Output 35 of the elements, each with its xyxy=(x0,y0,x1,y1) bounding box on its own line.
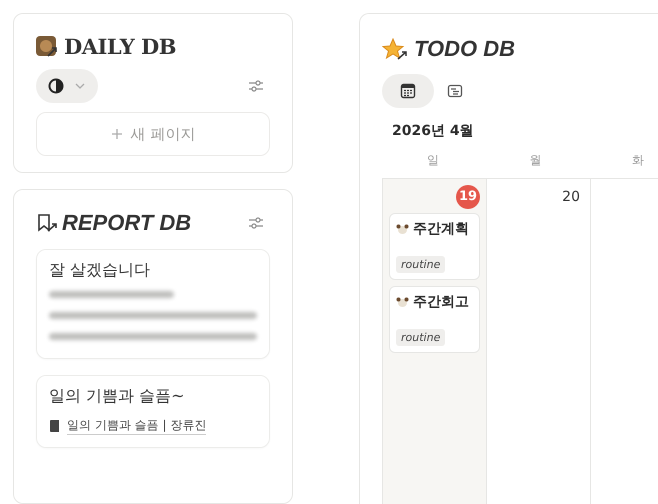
card-title: 잘 살겠습니다 xyxy=(49,260,152,281)
dog-icon xyxy=(396,296,409,308)
book-icon xyxy=(49,419,61,433)
event-card[interactable]: 주간회고 routine xyxy=(389,286,480,353)
tag: routine xyxy=(396,256,446,273)
tag: routine xyxy=(396,329,446,346)
database-title: TODO DB xyxy=(414,36,516,62)
weekday-label: 일 xyxy=(426,152,440,169)
pie-chart-icon xyxy=(48,78,64,94)
page-link[interactable]: 일의 기쁨과 슬픔 | 장류진 xyxy=(67,417,206,435)
view-select-button[interactable] xyxy=(36,69,98,103)
weekday-label: 월 xyxy=(528,152,542,169)
settings-icon[interactable] xyxy=(248,79,264,93)
settings-icon[interactable] xyxy=(248,216,264,230)
date-number: 19 xyxy=(456,185,480,209)
event-card[interactable]: 주간계획 routine xyxy=(389,213,480,280)
calendar-view-tab[interactable] xyxy=(382,74,434,108)
plus-icon xyxy=(110,128,123,140)
report-card[interactable]: 잘 살겠습니다 xyxy=(36,249,270,359)
dog-icon xyxy=(396,223,409,235)
calendar-icon xyxy=(400,83,416,99)
report-card[interactable]: 일의 기쁨과 슬픔~ 일의 기쁨과 슬픔 | 장류진 xyxy=(36,375,270,448)
database-title: DAILY DB xyxy=(64,34,176,59)
card-title: 일의 기쁨과 슬픔~ xyxy=(49,386,186,407)
photo-thumbnail-icon xyxy=(36,36,58,58)
chevron-down-icon xyxy=(74,82,86,90)
event-title: 주간회고 xyxy=(413,293,469,311)
bookmark-icon xyxy=(36,213,58,233)
list-icon xyxy=(447,83,463,99)
event-title: 주간계획 xyxy=(413,220,469,238)
weekday-label: 화 xyxy=(630,152,645,169)
star-icon xyxy=(382,38,408,60)
date-number: 20 xyxy=(562,188,581,207)
month-label: 2026년 4월 xyxy=(392,122,475,140)
database-title: REPORT DB xyxy=(62,210,192,236)
